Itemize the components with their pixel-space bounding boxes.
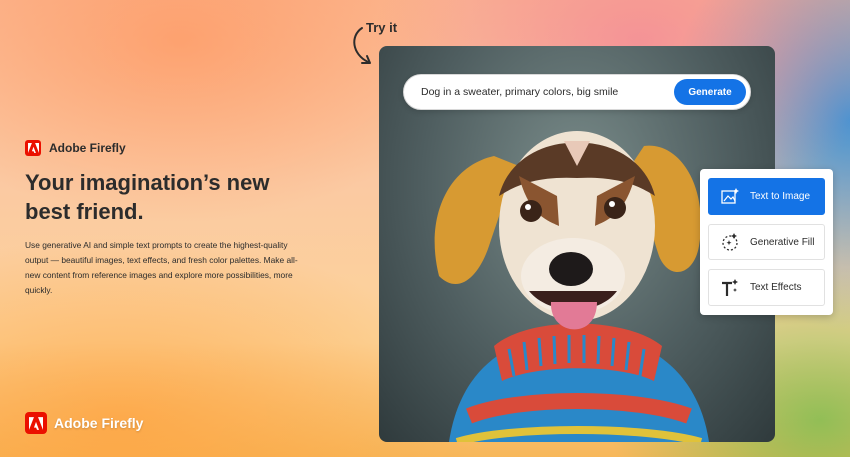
hero-description: Use generative AI and simple text prompt… <box>25 240 298 295</box>
tools-panel: Text to Image Generative Fill Text Effec… <box>700 169 833 315</box>
tool-label: Text to Image <box>750 190 811 202</box>
try-it-label: Try it <box>366 20 398 35</box>
brand-row: Adobe Firefly <box>25 140 305 156</box>
prompt-input[interactable]: Dog in a sweater, primary colors, big sm… <box>403 74 751 110</box>
text-to-image-icon <box>720 186 740 206</box>
adobe-logo-icon <box>25 140 41 156</box>
tool-text-effects[interactable]: Text Effects <box>708 269 825 307</box>
text-effects-icon <box>720 278 740 298</box>
prompt-text[interactable]: Dog in a sweater, primary colors, big sm… <box>421 86 618 98</box>
brand-name: Adobe Firefly <box>49 141 126 155</box>
tool-text-to-image[interactable]: Text to Image <box>708 178 825 215</box>
tool-generative-fill[interactable]: Generative Fill <box>708 223 825 261</box>
generative-fill-icon <box>720 232 740 252</box>
page-title: Your imagination’s new best friend. <box>25 170 270 224</box>
tool-label: Text Effects <box>750 282 802 294</box>
hero-section: Adobe Firefly Your imagination’s new bes… <box>25 140 305 298</box>
tool-label: Generative Fill <box>750 236 815 248</box>
footer-brand-name: Adobe Firefly <box>54 415 144 431</box>
footer-brand[interactable]: Adobe Firefly <box>25 412 143 434</box>
generate-button[interactable]: Generate <box>674 79 746 105</box>
adobe-logo-icon <box>25 412 47 434</box>
